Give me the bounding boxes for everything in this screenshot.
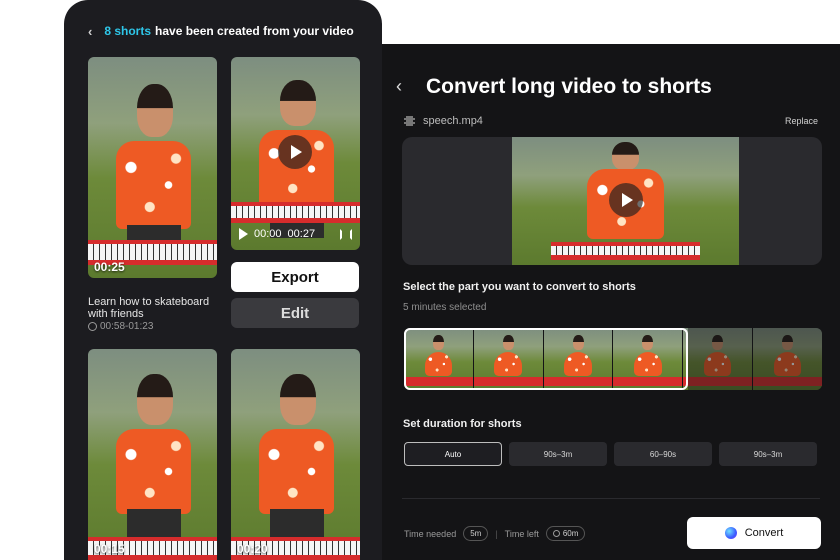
convert-label: Convert [744, 527, 784, 539]
back-icon[interactable]: ‹ [396, 76, 402, 97]
convert-panel: ‹ Convert long video to shorts speech.mp… [382, 44, 840, 560]
player-total-time: 00:27 [287, 228, 316, 240]
clip-duration: 00:15 [94, 542, 125, 556]
video-file-icon [404, 116, 415, 126]
player-controls: 00:00 00:27 [239, 226, 352, 242]
fullscreen-icon[interactable] [340, 228, 352, 240]
separator: | [495, 528, 498, 539]
clip-title: Learn how to skateboard with friends [88, 296, 210, 320]
back-icon[interactable]: ‹ [88, 24, 92, 39]
time-info: Time needed 5m | Time left 60m [404, 526, 586, 541]
shorts-header: ‹ 8 shorts have been created from your v… [64, 22, 382, 40]
short-clip-thumbnail[interactable]: 00:25 [88, 57, 217, 278]
duration-label: Set duration for shorts [403, 418, 522, 430]
clip-range-text: 00:58-01:23 [100, 321, 154, 332]
clock-icon [88, 322, 97, 331]
export-button[interactable]: Export [231, 262, 359, 292]
file-name: speech.mp4 [423, 115, 483, 127]
short-clip-thumbnail[interactable]: 00:20 [231, 349, 360, 560]
play-small-icon[interactable] [239, 228, 248, 240]
time-left-value: 60m [562, 529, 579, 538]
player-current-time: 00:00 [254, 228, 282, 240]
select-part-label: Select the part you want to convert to s… [403, 281, 636, 293]
duration-option[interactable]: 60–90s [614, 442, 712, 466]
play-icon[interactable] [278, 135, 312, 169]
clock-icon [552, 530, 560, 537]
convert-button[interactable]: Convert [687, 517, 821, 549]
duration-option-auto[interactable]: Auto [404, 442, 502, 466]
short-clip-player[interactable]: 00:00 00:27 [231, 57, 360, 250]
clip-duration: 00:20 [237, 542, 268, 556]
page-title: Convert long video to shorts [426, 75, 712, 98]
selected-duration-text: 5 minutes selected [403, 302, 487, 313]
shorts-header-text: have been created from your video [155, 24, 354, 38]
time-needed-label: Time needed [404, 528, 457, 539]
duration-option[interactable]: 90s–3m [509, 442, 607, 466]
clip-time-range: 00:58-01:23 [88, 321, 153, 332]
unselected-range [688, 328, 822, 390]
divider [402, 498, 820, 499]
video-preview[interactable] [402, 137, 822, 265]
duration-options: Auto 90s–3m 60–90s 90s–3m [404, 442, 817, 466]
time-left-label: Time left [504, 528, 539, 539]
clip-duration: 00:25 [94, 260, 125, 274]
ai-sparkle-icon [724, 527, 737, 539]
file-info: speech.mp4 [404, 115, 483, 127]
replace-link[interactable]: Replace [785, 116, 818, 126]
time-needed-badge: 5m [463, 526, 489, 541]
shorts-count: 8 shorts [104, 24, 152, 38]
edit-button[interactable]: Edit [231, 298, 359, 328]
timeline-selection-handle[interactable] [404, 328, 688, 390]
duration-option[interactable]: 90s–3m [719, 442, 817, 466]
time-left-badge: 60m [545, 526, 586, 541]
play-icon[interactable] [609, 183, 643, 217]
short-clip-thumbnail[interactable]: 00:15 [88, 349, 217, 560]
